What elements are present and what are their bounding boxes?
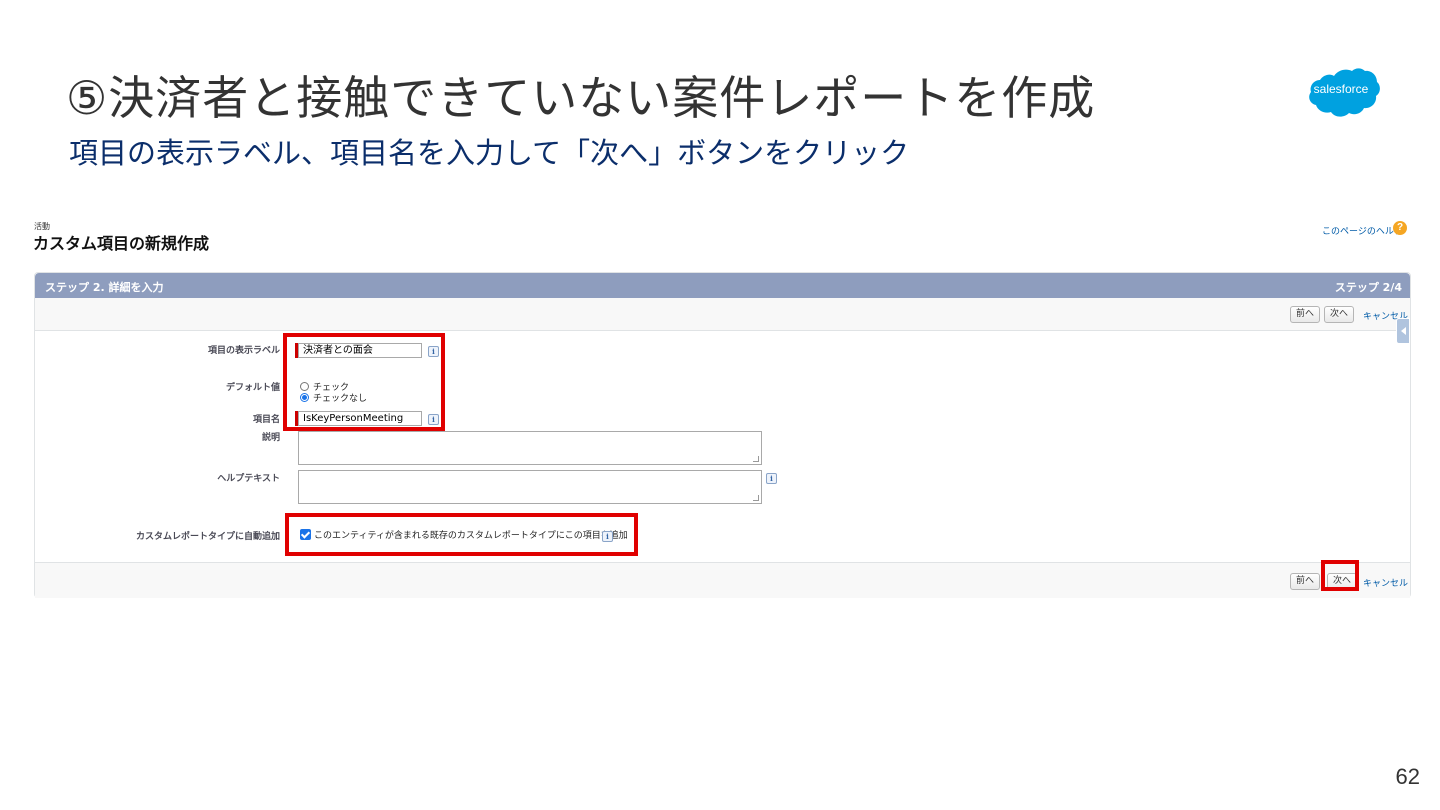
help-text-textarea[interactable] — [298, 470, 762, 504]
page-heading: カスタム項目の新規作成 — [33, 234, 210, 253]
highlight-auto-add-box — [285, 513, 638, 556]
auto-add-label: カスタムレポートタイプに自動追加 — [135, 532, 280, 542]
slide-subtitle: 項目の表示ラベル、項目名を入力して「次へ」ボタンをクリック — [69, 136, 910, 170]
logo-text: salesforce — [1313, 82, 1369, 96]
help-text-label: ヘルプテキスト — [217, 474, 280, 484]
prev-button-top[interactable]: 前へ — [1290, 306, 1321, 323]
prev-button-bottom[interactable]: 前へ — [1290, 573, 1321, 590]
next-button-top[interactable]: 次へ — [1324, 306, 1355, 323]
step-label: ステップ 2. 詳細を入力 — [45, 281, 164, 294]
highlight-next-button — [1321, 560, 1359, 591]
default-value-label: デフォルト値 — [225, 383, 280, 393]
salesforce-logo: salesforce — [1302, 66, 1380, 120]
top-button-bar: 前へ 次へ キャンセル — [35, 298, 1410, 331]
field-label-label: 項目の表示ラベル — [207, 346, 280, 356]
collapse-handle[interactable] — [1396, 318, 1410, 344]
info-icon[interactable]: i — [766, 473, 777, 484]
step-count: ステップ 2/4 — [1334, 281, 1402, 294]
step-header: ステップ 2. 詳細を入力 ステップ 2/4 — [35, 273, 1410, 298]
highlight-label-name-box — [283, 333, 445, 431]
page-number: 62 — [1395, 764, 1420, 789]
description-textarea[interactable] — [298, 431, 762, 465]
description-label: 説明 — [261, 433, 280, 443]
slide-title: ⑤決済者と接触できていない案件レポートを作成 — [66, 71, 1096, 125]
help-link[interactable]: このページのヘルプ — [1322, 224, 1403, 237]
cancel-link-bottom[interactable]: キャンセル — [1363, 576, 1408, 589]
help-icon[interactable]: ? — [1393, 221, 1407, 235]
field-name-label: 項目名 — [252, 415, 280, 425]
bottom-button-bar: 前へ 次へ キャンセル — [35, 562, 1410, 598]
wizard-panel: ステップ 2. 詳細を入力 ステップ 2/4 前へ 次へ キャンセル 項目の表示… — [34, 272, 1411, 598]
